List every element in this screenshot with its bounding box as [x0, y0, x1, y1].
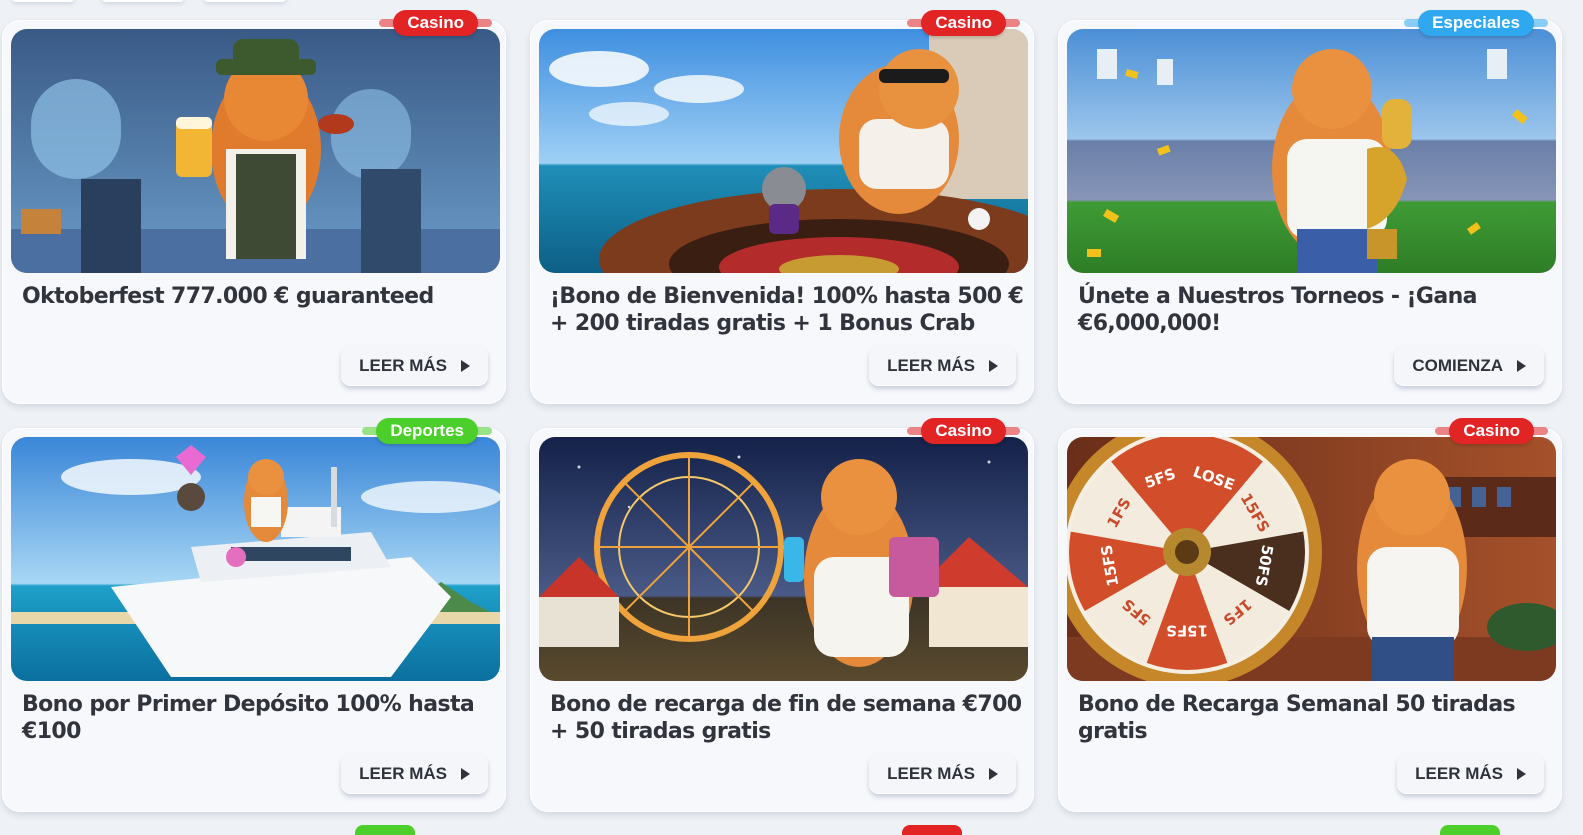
roulette-cat-image[interactable]	[539, 29, 1028, 273]
category-badge: Especiales	[1404, 10, 1548, 36]
promo-title: Únete a Nuestros Torneos - ¡Gana €6,000,…	[1078, 284, 1478, 336]
read-more-button[interactable]: LEER MÁS	[341, 346, 488, 386]
top-tab-stub[interactable]	[204, 0, 286, 2]
category-badge: Casino	[907, 418, 1020, 444]
stadium-trophy-cat-image[interactable]	[1067, 29, 1556, 273]
button-label: LEER MÁS	[887, 356, 975, 375]
button-label: COMIENZA	[1412, 356, 1503, 375]
yacht-cat-image[interactable]	[11, 437, 500, 681]
start-button[interactable]: COMIENZA	[1394, 346, 1544, 386]
play-arrow-icon	[1517, 768, 1526, 780]
read-more-button[interactable]: LEER MÁS	[341, 754, 488, 794]
next-row-badge-stub	[1440, 825, 1500, 835]
promo-title: Oktoberfest 777.000 € guaranteed	[22, 284, 434, 309]
promo-title: Bono de Recarga Semanal 50 tiradas grati…	[1078, 692, 1516, 744]
promotions-page: Casino Oktoberfest 777.000 € guaranteed …	[0, 0, 1583, 835]
play-arrow-icon	[989, 360, 998, 372]
promo-title: Bono por Primer Depósito 100% hasta €100	[22, 692, 475, 744]
promo-card[interactable]: Casino	[530, 418, 1034, 812]
category-badge: Casino	[907, 10, 1020, 36]
category-badge: Deportes	[362, 418, 492, 444]
promo-card[interactable]: Casino	[2, 10, 506, 404]
top-tab-stub[interactable]	[102, 0, 184, 2]
promo-title: Bono de recarga de fin de semana €700 + …	[550, 692, 1022, 744]
promo-card[interactable]: Casino	[1058, 418, 1562, 812]
category-badge: Casino	[1435, 418, 1548, 444]
play-arrow-icon	[1517, 360, 1526, 372]
promo-title: ¡Bono de Bienvenida! 100% hasta 500 € + …	[550, 284, 1024, 336]
promo-card[interactable]: Especiales Únete a Nuestros Torneos - ¡G…	[1058, 10, 1562, 404]
button-label: LEER MÁS	[359, 764, 447, 783]
play-arrow-icon	[461, 360, 470, 372]
play-arrow-icon	[989, 768, 998, 780]
ferris-wheel-cat-image[interactable]	[539, 437, 1028, 681]
promo-card[interactable]: Deportes Bono por Primer Depósito 100% h…	[2, 418, 506, 812]
read-more-button[interactable]: LEER MÁS	[1397, 754, 1544, 794]
read-more-button[interactable]: LEER MÁS	[869, 346, 1016, 386]
button-label: LEER MÁS	[1415, 764, 1503, 783]
top-tab-stub[interactable]	[12, 0, 74, 2]
button-label: LEER MÁS	[359, 356, 447, 375]
category-badge: Casino	[379, 10, 492, 36]
play-arrow-icon	[461, 768, 470, 780]
next-row-badge-stub	[355, 825, 415, 835]
button-label: LEER MÁS	[887, 764, 975, 783]
next-row-badge-stub	[902, 825, 962, 835]
read-more-button[interactable]: LEER MÁS	[869, 754, 1016, 794]
promo-card[interactable]: Casino	[530, 10, 1034, 404]
wheel-label: 15FS	[1166, 621, 1208, 639]
oktoberfest-cat-image[interactable]	[11, 29, 500, 273]
prize-wheel-cat-image[interactable]: LOSE 15FS 50FS 1FS 15FS 5FS 15FS 1FS 5FS	[1067, 437, 1556, 681]
